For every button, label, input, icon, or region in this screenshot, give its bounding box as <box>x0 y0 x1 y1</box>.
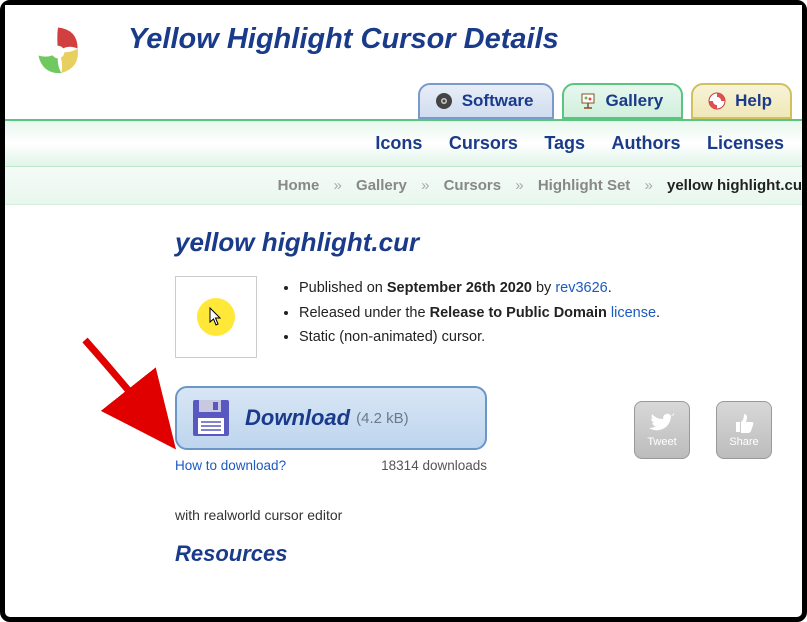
main-tabs: Software Gallery Help <box>5 83 802 119</box>
download-button[interactable]: Download (4.2 kB) <box>175 386 487 450</box>
info-static: Static (non-animated) cursor. <box>299 325 660 350</box>
cursor-title: yellow highlight.cur <box>175 227 772 258</box>
easel-icon <box>578 91 598 111</box>
resources-heading: Resources <box>175 541 772 567</box>
tab-gallery[interactable]: Gallery <box>562 83 684 119</box>
subnav-cursors[interactable]: Cursors <box>449 133 518 153</box>
download-label: Download <box>245 405 350 431</box>
editor-note: with realworld cursor editor <box>175 507 772 523</box>
cursor-info-list: Published on September 26th 2020 by rev3… <box>281 276 660 350</box>
arrow-cursor-icon <box>208 307 224 327</box>
subnav-authors[interactable]: Authors <box>612 133 681 153</box>
chevron-icon: » <box>644 177 652 194</box>
tab-help[interactable]: Help <box>691 83 792 119</box>
sub-navigation: Icons Cursors Tags Authors Licenses <box>5 119 802 167</box>
disc-icon <box>434 91 454 111</box>
download-count: 18314 downloads <box>381 458 487 473</box>
tab-label: Help <box>735 91 772 111</box>
tweet-label: Tweet <box>647 436 676 448</box>
lifebuoy-icon <box>707 91 727 111</box>
license-link[interactable]: license <box>611 305 656 321</box>
download-size: (4.2 kB) <box>356 410 409 427</box>
subnav-tags[interactable]: Tags <box>544 133 585 153</box>
info-published: Published on September 26th 2020 by rev3… <box>299 276 660 301</box>
chevron-icon: » <box>421 177 429 194</box>
thumbs-up-icon <box>733 412 755 434</box>
page-title: Yellow Highlight Cursor Details <box>128 23 559 56</box>
breadcrumb-home[interactable]: Home <box>278 177 320 194</box>
breadcrumb-current: yellow highlight.cu <box>667 177 802 194</box>
cursor-preview <box>175 276 257 358</box>
subnav-licenses[interactable]: Licenses <box>707 133 784 153</box>
breadcrumb-cursors[interactable]: Cursors <box>444 177 502 194</box>
highlight-circle-icon <box>197 298 235 336</box>
breadcrumb: Home » Gallery » Cursors » Highlight Set… <box>5 167 802 205</box>
share-label: Share <box>729 436 758 448</box>
site-logo <box>23 17 93 87</box>
tab-label: Software <box>462 91 534 111</box>
breadcrumb-gallery[interactable]: Gallery <box>356 177 407 194</box>
twitter-icon <box>649 412 675 434</box>
chevron-icon: » <box>334 177 342 194</box>
tweet-button[interactable]: Tweet <box>634 401 690 459</box>
breadcrumb-set[interactable]: Highlight Set <box>538 177 631 194</box>
floppy-disk-icon <box>191 398 231 438</box>
author-link[interactable]: rev3626 <box>555 280 607 296</box>
share-button[interactable]: Share <box>716 401 772 459</box>
subnav-icons[interactable]: Icons <box>375 133 422 153</box>
tab-software[interactable]: Software <box>418 83 554 119</box>
tab-label: Gallery <box>606 91 664 111</box>
how-to-download-link[interactable]: How to download? <box>175 458 286 473</box>
info-license: Released under the Release to Public Dom… <box>299 301 660 326</box>
chevron-icon: » <box>515 177 523 194</box>
